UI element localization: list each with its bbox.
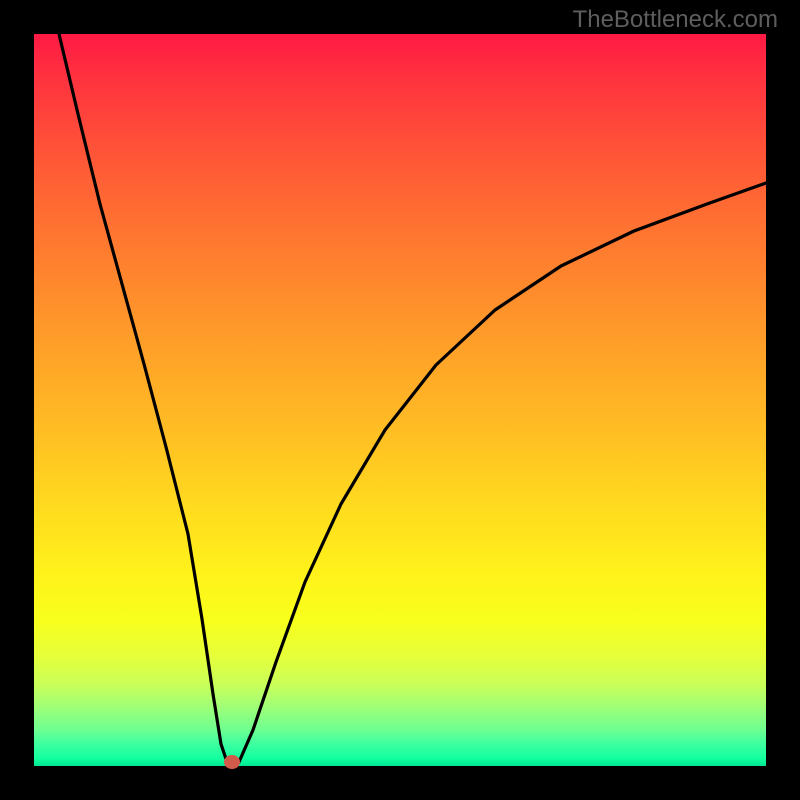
watermark-text: TheBottleneck.com	[573, 6, 778, 34]
curve-svg	[34, 34, 766, 766]
chart-canvas: TheBottleneck.com	[0, 0, 800, 800]
minimum-marker	[224, 755, 240, 769]
plot-area	[34, 34, 766, 766]
bottleneck-curve	[59, 34, 766, 765]
